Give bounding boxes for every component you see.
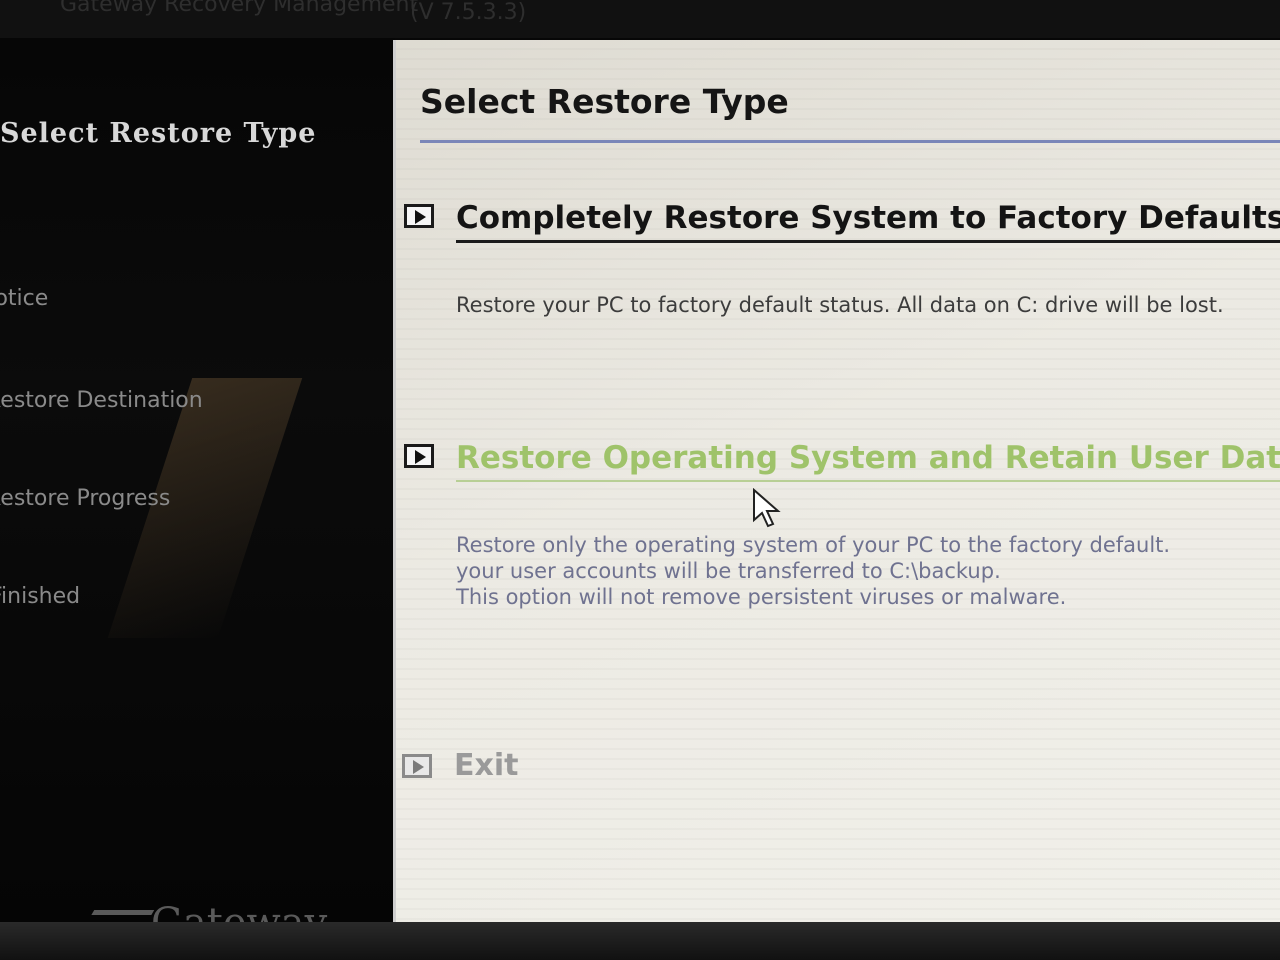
app-title: Gateway Recovery Management [60, 0, 419, 17]
option-os-restore-link[interactable]: Restore Operating System and Retain User… [456, 440, 1280, 482]
exit-label: Exit [454, 748, 519, 783]
option-os-restore-description-line-2: your user accounts will be transferred t… [456, 559, 1001, 583]
option-os-restore[interactable]: Restore Operating System and Retain User… [404, 440, 1280, 640]
option-factory-restore-link[interactable]: Completely Restore System to Factory Def… [456, 200, 1280, 243]
page-title: Select Restore Type [420, 82, 789, 121]
sidebar-step-restore-progress: Restore Progress [0, 486, 171, 511]
wizard-sidebar: Select Restore Type Notice Restore Desti… [0, 38, 395, 946]
sidebar-step-finished: Finished [0, 584, 81, 609]
recovery-screen: Gateway Recovery Management (V 7.5.3.3) … [0, 0, 1280, 960]
sidebar-current-step: Select Restore Type [0, 118, 317, 149]
play-arrow-icon [404, 444, 434, 468]
play-arrow-icon [404, 204, 434, 228]
option-factory-restore-description: Restore your PC to factory default statu… [456, 293, 1224, 317]
main-panel: Select Restore Type Completely Restore S… [393, 40, 1280, 925]
monitor-bezel-bottom [0, 922, 1280, 960]
sidebar-step-restore-destination: Restore Destination [0, 388, 203, 413]
sidebar-step-notice: Notice [0, 286, 49, 311]
title-divider [420, 140, 1280, 143]
play-arrow-icon [402, 754, 432, 778]
option-os-restore-description-line-3: This option will not remove persistent v… [456, 585, 1067, 609]
option-factory-restore[interactable]: Completely Restore System to Factory Def… [404, 200, 1280, 340]
exit-button[interactable]: Exit [402, 748, 542, 790]
title-bar: Gateway Recovery Management (V 7.5.3.3) [0, 0, 1280, 38]
app-version: (V 7.5.3.3) [410, 0, 527, 25]
option-os-restore-description-line-1: Restore only the operating system of you… [456, 533, 1171, 557]
